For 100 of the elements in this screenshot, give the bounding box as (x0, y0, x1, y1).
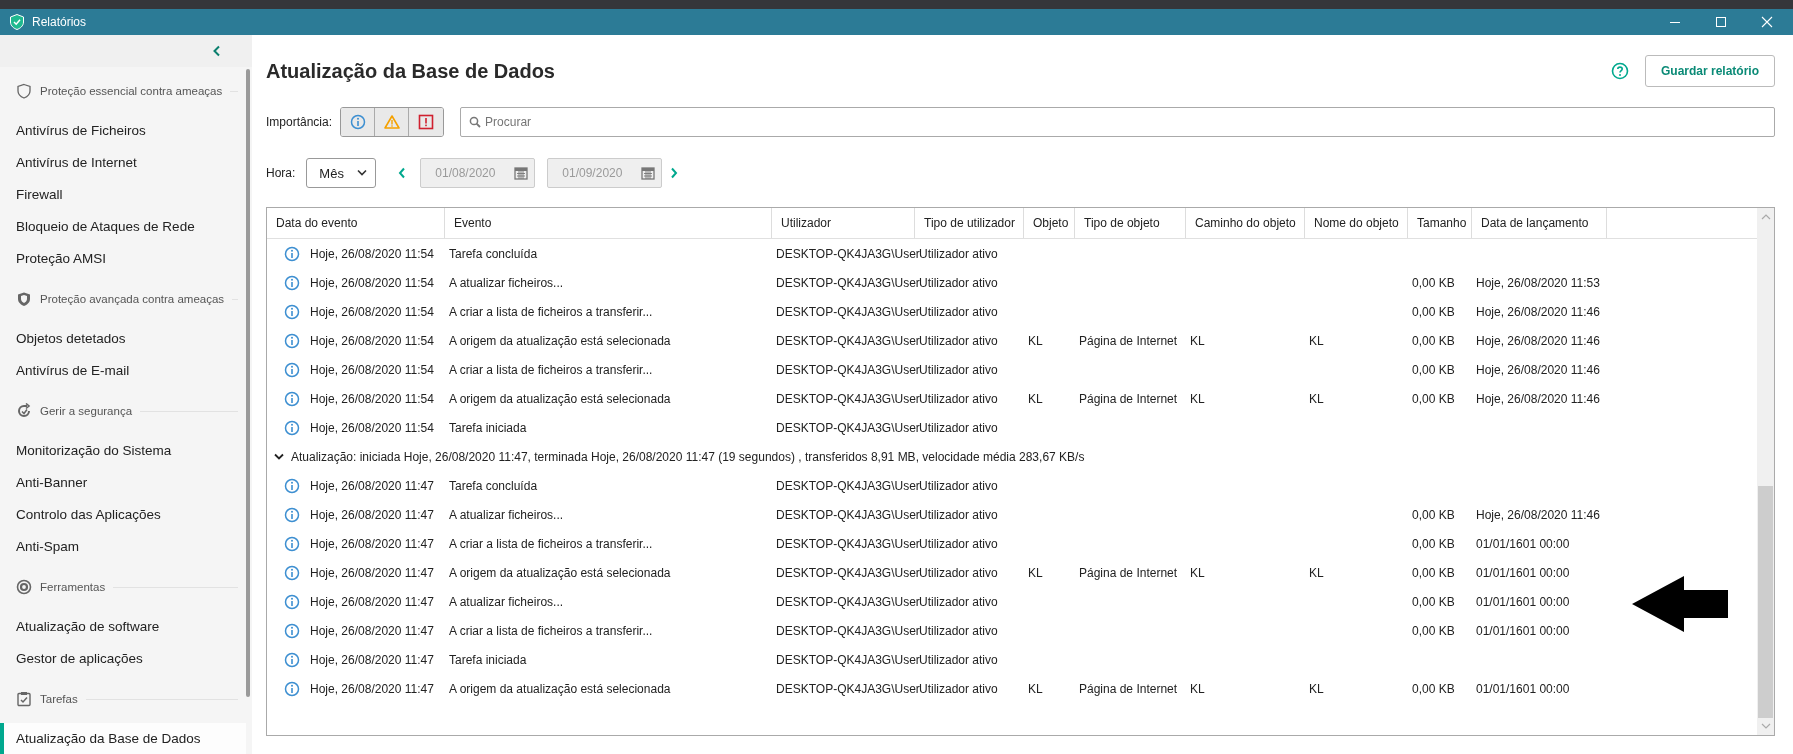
shield-icon (16, 291, 32, 307)
info-icon (284, 361, 300, 378)
table-cell: Hoje, 26/08/2020 11:47 (310, 478, 434, 493)
info-icon (284, 390, 300, 407)
sidebar-item[interactable]: Firewall (0, 179, 246, 211)
table-cell: Utilizador ativo (919, 304, 998, 319)
table-cell: DESKTOP-QK4JA3G\User (776, 623, 920, 638)
table-cell: Página de Internet (1079, 391, 1178, 406)
table-cell: KL (1190, 681, 1205, 696)
info-icon (284, 303, 300, 320)
table-cell: DESKTOP-QK4JA3G\User (776, 594, 920, 609)
info-icon (284, 477, 300, 494)
column-header[interactable]: Evento (445, 208, 772, 238)
table-cell: Hoje, 26/08/2020 11:54 (310, 362, 434, 377)
scrollbar-thumb[interactable] (1758, 486, 1773, 718)
importance-filter-button[interactable] (375, 108, 410, 136)
search-field[interactable]: Procurar (460, 107, 1775, 137)
close-icon[interactable] (1761, 16, 1773, 28)
table-cell: DESKTOP-QK4JA3G\User (776, 536, 920, 551)
table-cell: A origem da atualização está selecionada (449, 565, 671, 580)
sidebar-item[interactable]: Gestor de aplicações (0, 643, 246, 675)
window-title: Relatórios (32, 15, 87, 29)
table-cell: KL (1309, 681, 1324, 696)
sidebar-item[interactable]: Bloqueio de Ataques de Rede (0, 211, 246, 243)
table-cell: 0,00 KB (1412, 623, 1455, 638)
table-cell: A atualizar ficheiros... (449, 275, 564, 290)
chevron-down-icon[interactable] (274, 452, 284, 461)
table-cell: 0,00 KB (1412, 594, 1455, 609)
table-cell: Hoje, 26/08/2020 11:47 (310, 594, 434, 609)
table-cell: 0,00 KB (1412, 304, 1455, 319)
table-cell: KL (1190, 391, 1205, 406)
sidebar-item[interactable]: Controlo das Aplicações (0, 499, 246, 531)
maximize-icon[interactable] (1715, 16, 1727, 28)
table-cell: Hoje, 26/08/2020 11:54 (310, 246, 434, 261)
sidebar-item[interactable]: Anti-Spam (0, 531, 246, 563)
importance-filter-button[interactable] (409, 108, 444, 136)
table-cell: Página de Internet (1079, 681, 1178, 696)
sidebar-item[interactable]: Antivírus de E-mail (0, 355, 246, 387)
column-header[interactable]: Utilizador (772, 208, 915, 238)
table-cell: Utilizador ativo (919, 333, 998, 348)
table-cell: Hoje, 26/08/2020 11:54 (310, 304, 434, 319)
sidebar-item[interactable]: Antivírus de Ficheiros (0, 115, 246, 147)
column-header[interactable]: Tamanho (1408, 208, 1472, 238)
sidebar-item[interactable]: Atualização da Base de Dados (0, 723, 246, 754)
column-header[interactable]: Tipo de objeto (1075, 208, 1186, 238)
table-cell: DESKTOP-QK4JA3G\User (776, 246, 920, 261)
column-header[interactable]: Caminho do objeto (1186, 208, 1305, 238)
table-cell: Utilizador ativo (919, 507, 998, 522)
table-cell: Utilizador ativo (919, 246, 998, 261)
chevron-right-icon[interactable] (670, 167, 679, 179)
table-cell: Tarefa iniciada (449, 420, 527, 435)
importance-filter-button[interactable] (341, 108, 376, 136)
table-cell: Hoje, 26/08/2020 11:47 (310, 623, 434, 638)
save-report-button[interactable]: Guardar relatório (1644, 55, 1775, 87)
table-cell: Hoje, 26/08/2020 11:46 (1476, 304, 1600, 319)
scrollbar[interactable] (246, 69, 250, 697)
group-summary: Atualização: iniciada Hoje, 26/08/2020 11:47, terminada Hoje, 26/08/2020 11:47 (19 segundos) , transferidos 8,91 MB, velocidade média 283,67 KB/s (291, 449, 1085, 464)
table-cell: 0,00 KB (1412, 333, 1455, 348)
table-cell: Utilizador ativo (919, 652, 998, 667)
column-header[interactable]: Tipo de utilizador (915, 208, 1024, 238)
column-header[interactable]: Data do evento (267, 208, 445, 238)
scroll-up-icon[interactable] (1760, 213, 1771, 221)
column-header[interactable]: Data de lançamento (1472, 208, 1607, 238)
sidebar-item[interactable]: Antivírus de Internet (0, 147, 246, 179)
table-cell: 0,00 KB (1412, 391, 1455, 406)
table-cell: KL (1028, 333, 1043, 348)
table-cell: Hoje, 26/08/2020 11:47 (310, 536, 434, 551)
info-icon (284, 274, 300, 291)
column-header[interactable]: Objeto (1024, 208, 1075, 238)
chevron-left-icon[interactable] (398, 167, 407, 179)
table-cell: 0,00 KB (1412, 681, 1455, 696)
table-cell: KL (1028, 565, 1043, 580)
help-icon[interactable] (1610, 62, 1629, 80)
table-cell: Hoje, 26/08/2020 11:47 (310, 565, 434, 580)
chevron-left-icon[interactable] (212, 45, 222, 57)
table-cell: KL (1309, 565, 1324, 580)
period-dropdown[interactable]: Mês (306, 158, 377, 188)
table-cell: Utilizador ativo (919, 565, 998, 580)
sidebar-item[interactable]: Proteção AMSI (0, 243, 246, 275)
info-icon (284, 535, 300, 552)
table-cell: 0,00 KB (1412, 275, 1455, 290)
table-cell: Página de Internet (1079, 565, 1178, 580)
column-header[interactable]: Nome do objeto (1305, 208, 1408, 238)
table-cell: DESKTOP-QK4JA3G\User (776, 507, 920, 522)
table-cell: 01/01/1601 00:00 (1476, 536, 1570, 551)
table-cell: A criar a lista de ficheiros a transferir... (449, 362, 653, 377)
table-cell: A atualizar ficheiros... (449, 594, 564, 609)
table-cell: Hoje, 26/08/2020 11:54 (310, 333, 434, 348)
scroll-down-icon[interactable] (1760, 722, 1771, 730)
sidebar-item[interactable]: Objetos detetados (0, 323, 246, 355)
table-cell: A origem da atualização está selecionada (449, 391, 671, 406)
table-cell: 0,00 KB (1412, 507, 1455, 522)
sidebar-item[interactable]: Atualização de software (0, 611, 246, 643)
table-cell: Hoje, 26/08/2020 11:47 (310, 652, 434, 667)
table-cell: Utilizador ativo (919, 391, 998, 406)
sidebar-item[interactable]: Anti-Banner (0, 467, 246, 499)
table-cell: Hoje, 26/08/2020 11:47 (310, 507, 434, 522)
clipboard-check-icon (16, 691, 32, 707)
sidebar-item[interactable]: Monitorização do Sistema (0, 435, 246, 467)
info-icon (284, 332, 300, 349)
